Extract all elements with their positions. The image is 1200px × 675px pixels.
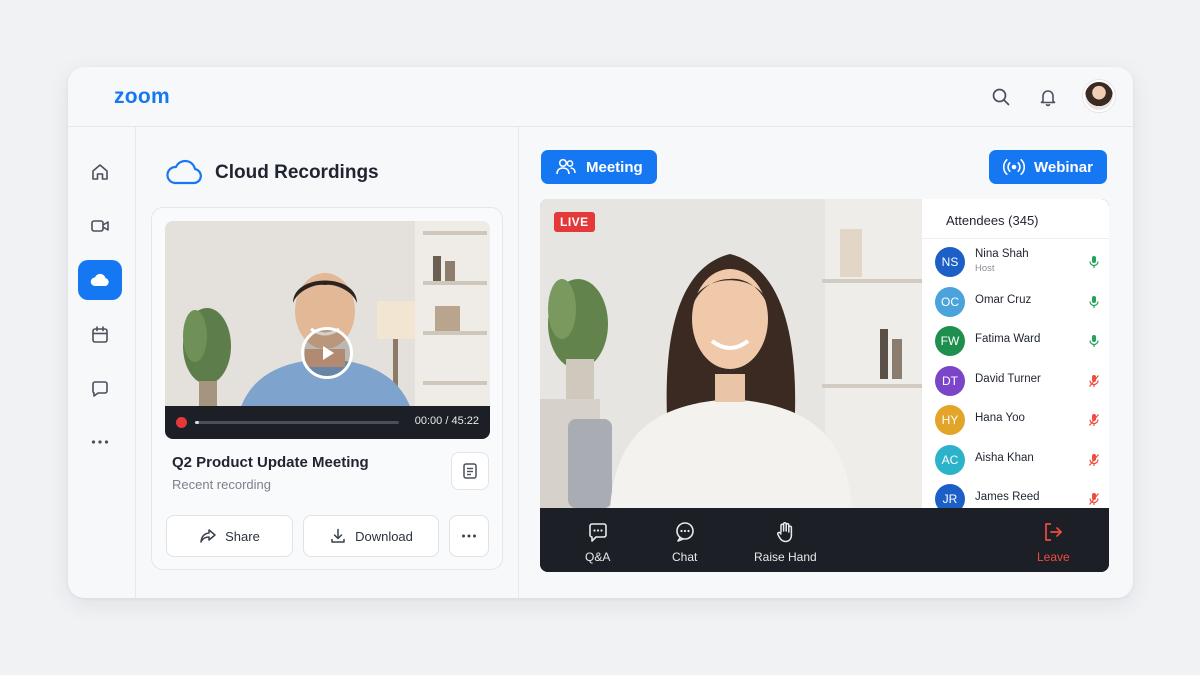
leave-button[interactable]: Leave bbox=[1037, 520, 1070, 564]
attendee-name: Aisha Khan bbox=[975, 451, 1034, 464]
attendee-avatar: AC bbox=[935, 444, 965, 475]
cloud-icon bbox=[90, 273, 109, 286]
chat-label: Chat bbox=[672, 550, 698, 564]
attendee-row[interactable]: NS Nina Shah Host bbox=[935, 245, 1100, 279]
people-icon bbox=[556, 158, 576, 175]
record-indicator bbox=[176, 417, 187, 428]
sidebar-item-recordings[interactable] bbox=[78, 260, 122, 300]
notes-icon bbox=[463, 463, 477, 479]
play-button[interactable] bbox=[301, 327, 353, 379]
user-avatar[interactable] bbox=[1083, 80, 1115, 112]
attendee-avatar: NS bbox=[935, 247, 965, 277]
qa-label: Q&A bbox=[585, 550, 611, 564]
qa-button[interactable]: Q&A bbox=[585, 520, 610, 564]
attendees-title: Attendees (345) bbox=[922, 199, 1109, 239]
share-label: Share bbox=[225, 528, 260, 544]
hand-icon bbox=[777, 522, 793, 543]
cloud-icon bbox=[164, 157, 204, 192]
meeting-stage: LIVE Attendees (345) NS Nina Shah Host OC Om… bbox=[540, 199, 1109, 572]
playback-time: 00:00 / 45:22 bbox=[414, 415, 479, 427]
attendee-avatar: OC bbox=[935, 286, 965, 317]
meeting-label: Meeting bbox=[586, 158, 643, 176]
share-button[interactable]: Share bbox=[166, 515, 293, 557]
chat-icon bbox=[675, 522, 694, 542]
attendee-avatar: HY bbox=[935, 405, 965, 435]
top-bar: zoom bbox=[68, 67, 1133, 127]
mic-muted-icon[interactable] bbox=[1088, 374, 1100, 393]
webinar-label: Webinar bbox=[1034, 158, 1093, 176]
speaker-video[interactable]: LIVE bbox=[540, 199, 922, 508]
recording-subtitle: Recent recording bbox=[172, 477, 271, 492]
live-badge: LIVE bbox=[554, 212, 595, 232]
chat-button[interactable]: Chat bbox=[672, 520, 697, 564]
play-icon bbox=[323, 346, 334, 360]
sidebar bbox=[68, 127, 136, 598]
attendee-name: Hana Yoo bbox=[975, 412, 1025, 424]
recording-card[interactable]: 00:00 / 45:22 Q2 Product Update Meeting … bbox=[151, 207, 503, 570]
attendee-name: Omar Cruz bbox=[975, 293, 1032, 306]
sidebar-item-chat[interactable] bbox=[78, 369, 122, 409]
attendees-panel: Attendees (345) NS Nina Shah Host OC Omar Cr… bbox=[922, 199, 1109, 514]
progress-bar[interactable] bbox=[195, 421, 399, 424]
speaker-video-image bbox=[540, 199, 922, 508]
broadcast-icon bbox=[1003, 159, 1025, 175]
more-icon bbox=[91, 440, 109, 444]
attendee-name: Fatima Ward bbox=[975, 333, 1041, 345]
download-button[interactable]: Download bbox=[303, 515, 439, 557]
attendee-name: James Reed bbox=[975, 491, 1040, 503]
progress-fill bbox=[195, 421, 200, 424]
sidebar-item-home[interactable] bbox=[78, 152, 122, 192]
attendee-avatar: DT bbox=[935, 365, 965, 396]
sidebar-item-more[interactable] bbox=[78, 422, 122, 462]
more-options-button[interactable] bbox=[449, 515, 489, 557]
meeting-panel: Meeting Webinar LIVE Attendees (345) NS … bbox=[520, 127, 1133, 598]
app-window: zoom Cloud Recordings 00:00 / 45:22 Q2 P… bbox=[68, 67, 1133, 598]
mic-on-icon[interactable] bbox=[1088, 295, 1100, 314]
qa-icon bbox=[588, 523, 607, 542]
leave-icon bbox=[1045, 523, 1063, 541]
player-controls: 00:00 / 45:22 bbox=[165, 406, 490, 439]
raise-hand-label: Raise Hand bbox=[754, 550, 817, 564]
search-icon[interactable] bbox=[989, 85, 1013, 109]
meeting-toolbar: Q&A Chat Raise Hand Leave bbox=[540, 508, 1109, 572]
download-icon bbox=[331, 528, 345, 543]
leave-label: Leave bbox=[1037, 550, 1070, 564]
webinar-mode-button[interactable]: Webinar bbox=[989, 150, 1107, 184]
recordings-panel: Cloud Recordings 00:00 / 45:22 Q2 Produc… bbox=[136, 127, 519, 598]
video-icon bbox=[91, 220, 109, 232]
zoom-logo[interactable]: zoom bbox=[114, 85, 170, 109]
notes-button[interactable] bbox=[451, 452, 489, 490]
attendee-avatar: FW bbox=[935, 326, 965, 356]
page-title: Cloud Recordings bbox=[215, 162, 379, 183]
sidebar-item-video[interactable] bbox=[78, 206, 122, 246]
share-icon bbox=[200, 529, 216, 543]
mic-on-icon[interactable] bbox=[1088, 255, 1100, 274]
raise-hand-button[interactable]: Raise Hand bbox=[754, 520, 817, 564]
download-label: Download bbox=[355, 528, 413, 544]
bell-icon[interactable] bbox=[1036, 85, 1060, 109]
mic-muted-icon[interactable] bbox=[1088, 453, 1100, 472]
calendar-icon bbox=[92, 326, 108, 343]
more-icon bbox=[462, 534, 476, 538]
attendee-name: Nina Shah bbox=[975, 248, 1029, 260]
attendee-row[interactable]: DT David Turner bbox=[935, 364, 1100, 398]
mic-muted-icon[interactable] bbox=[1088, 413, 1100, 432]
attendee-role: Host bbox=[975, 263, 995, 274]
attendee-row[interactable]: AC Aisha Khan bbox=[935, 443, 1100, 477]
home-icon bbox=[92, 164, 108, 180]
sidebar-item-calendar[interactable] bbox=[78, 315, 122, 355]
attendee-row[interactable]: OC Omar Cruz bbox=[935, 285, 1100, 319]
attendee-name: David Turner bbox=[975, 372, 1041, 385]
chat-icon bbox=[92, 381, 108, 397]
attendee-row[interactable]: HY Hana Yoo bbox=[935, 403, 1100, 437]
attendee-row[interactable]: FW Fatima Ward bbox=[935, 324, 1100, 358]
meeting-mode-button[interactable]: Meeting bbox=[541, 150, 657, 184]
recording-title[interactable]: Q2 Product Update Meeting bbox=[172, 454, 369, 471]
mic-on-icon[interactable] bbox=[1088, 334, 1100, 353]
recording-thumbnail[interactable]: 00:00 / 45:22 bbox=[165, 221, 490, 439]
